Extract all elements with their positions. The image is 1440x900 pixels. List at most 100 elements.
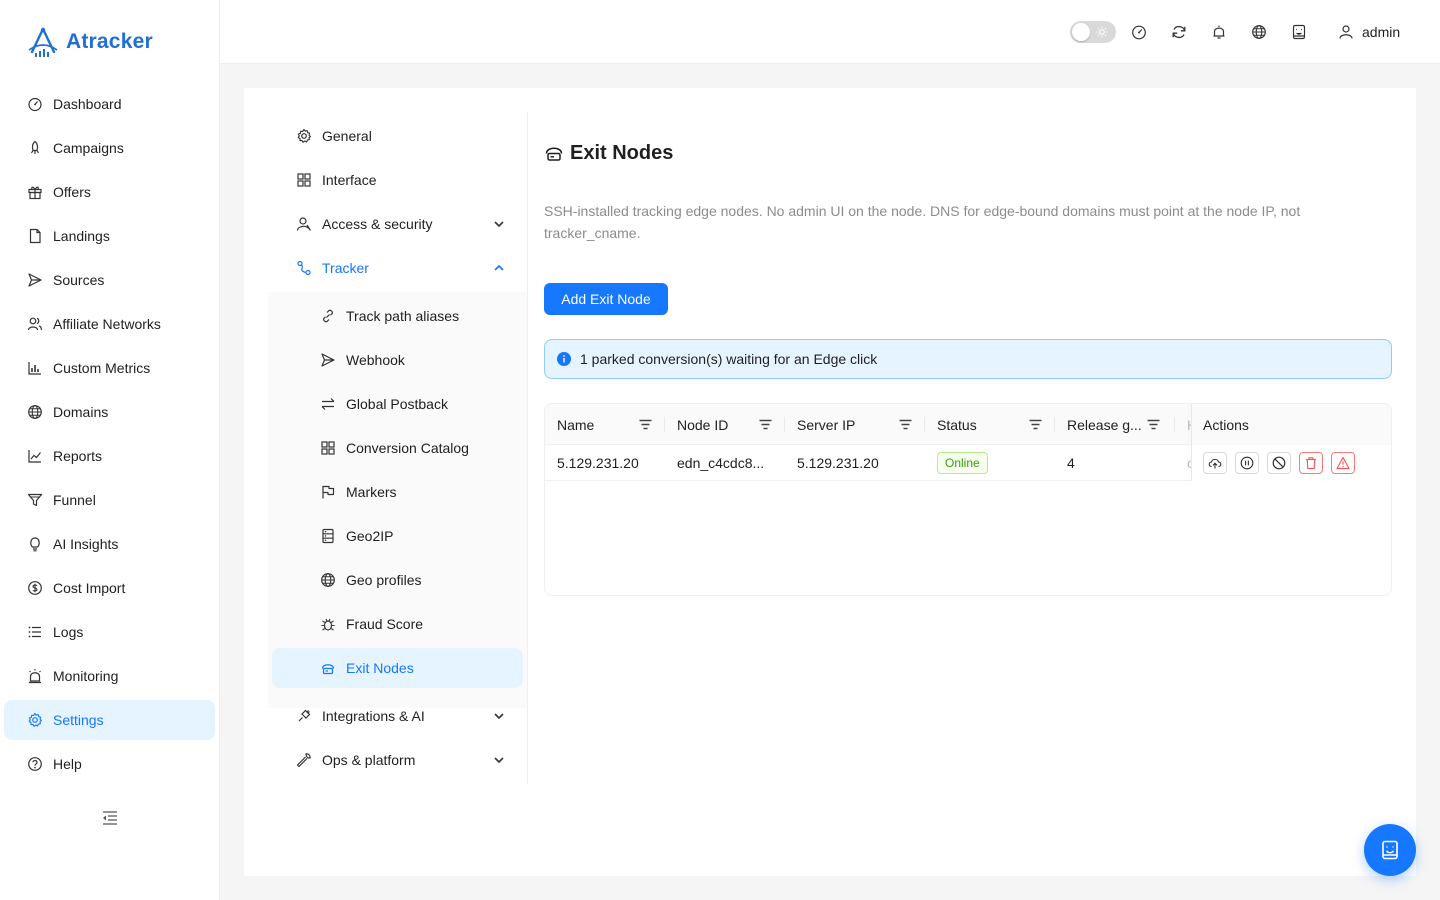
sidebar-item-sources[interactable]: Sources bbox=[4, 260, 215, 300]
sun-icon bbox=[1096, 26, 1108, 38]
gear-icon bbox=[297, 128, 312, 143]
force-remove-node-button[interactable] bbox=[1331, 452, 1355, 474]
column-header-name[interactable]: Name bbox=[545, 404, 665, 445]
settings-item-ops-platform[interactable]: Ops & platform bbox=[272, 740, 523, 780]
node-info-button[interactable] bbox=[1235, 452, 1259, 474]
column-header-server-ip[interactable]: Server IP bbox=[785, 404, 925, 445]
user-lock-icon bbox=[296, 217, 312, 231]
sidebar-item-label: Custom Metrics bbox=[53, 360, 151, 376]
column-title: Name bbox=[557, 416, 595, 433]
fixed-column-divider bbox=[1191, 404, 1192, 481]
dashboard-icon[interactable] bbox=[1131, 24, 1147, 40]
column-header-actions: Actions bbox=[1191, 404, 1391, 445]
settings-item-label: Track path aliases bbox=[346, 308, 460, 324]
user-menu[interactable]: admin bbox=[1338, 22, 1400, 42]
bulb-icon bbox=[30, 537, 40, 552]
toggle-knob bbox=[1072, 23, 1090, 41]
send-icon bbox=[321, 353, 335, 367]
column-header-status[interactable]: Status bbox=[925, 404, 1055, 445]
settings-item-access-security[interactable]: Access & security bbox=[272, 204, 523, 244]
sidebar-item-affiliate-networks[interactable]: Affiliate Networks bbox=[4, 304, 215, 344]
disable-node-button[interactable] bbox=[1267, 452, 1291, 474]
sidebar-item-campaigns[interactable]: Campaigns bbox=[4, 128, 215, 168]
settings-item-label: Interface bbox=[322, 172, 377, 188]
sidebar-item-label: Campaigns bbox=[53, 140, 124, 156]
upgrade-node-button[interactable] bbox=[1203, 452, 1227, 474]
settings-subitem-webhook[interactable]: Webhook bbox=[272, 340, 523, 380]
status-badge: Online bbox=[937, 452, 988, 474]
column-title: Release g... bbox=[1067, 416, 1142, 433]
cell-actions bbox=[1191, 445, 1391, 481]
collapse-menu-icon[interactable] bbox=[101, 809, 119, 827]
settings-subitem-conversion-catalog[interactable]: Conversion Catalog bbox=[272, 428, 523, 468]
robot-icon bbox=[1382, 840, 1398, 860]
settings-item-label: Markers bbox=[346, 484, 397, 500]
brand-logo[interactable]: Atracker bbox=[26, 26, 153, 58]
sidebar-item-settings[interactable]: Settings bbox=[4, 700, 215, 740]
sidebar-item-domains[interactable]: Domains bbox=[4, 392, 215, 432]
sidebar-item-funnel[interactable]: Funnel bbox=[4, 480, 215, 520]
settings-item-tracker[interactable]: Tracker bbox=[272, 248, 523, 288]
sidebar-item-ai-insights[interactable]: AI Insights bbox=[4, 524, 215, 564]
filter-icon[interactable] bbox=[758, 417, 773, 432]
settings-subitem-geo2ip[interactable]: Geo2IP bbox=[272, 516, 523, 556]
sidebar-item-monitoring[interactable]: Monitoring bbox=[4, 656, 215, 696]
settings-subitem-markers[interactable]: Markers bbox=[272, 472, 523, 512]
settings-subitem-track-path-aliases[interactable]: Track path aliases bbox=[272, 296, 523, 336]
grid-icon bbox=[321, 441, 335, 455]
top-header: admin bbox=[220, 0, 1440, 64]
sidebar-item-cost-import[interactable]: Cost Import bbox=[4, 568, 215, 608]
settings-item-label: Conversion Catalog bbox=[346, 440, 469, 456]
globe-icon[interactable] bbox=[1251, 24, 1267, 40]
settings-subitem-fraud-score[interactable]: Fraud Score bbox=[272, 604, 523, 644]
gift-icon bbox=[28, 186, 42, 200]
settings-subitem-geo-profiles[interactable]: Geo profiles bbox=[272, 560, 523, 600]
main-nav: Dashboard Campaigns Offers Landings Sour… bbox=[4, 84, 215, 788]
bell-icon[interactable] bbox=[1211, 24, 1227, 40]
sidebar-item-reports[interactable]: Reports bbox=[4, 436, 215, 476]
sidebar-item-landings[interactable]: Landings bbox=[4, 216, 215, 256]
settings-item-interface[interactable]: Interface bbox=[272, 160, 523, 200]
filter-icon[interactable] bbox=[1028, 417, 1043, 432]
sidebar-item-custom-metrics[interactable]: Custom Metrics bbox=[4, 348, 215, 388]
robot-icon[interactable] bbox=[1291, 24, 1307, 40]
pause-circle-icon bbox=[1240, 456, 1254, 470]
dashboard-icon bbox=[28, 97, 42, 112]
filter-icon[interactable] bbox=[638, 417, 653, 432]
assistant-float-button[interactable] bbox=[1364, 824, 1416, 876]
refresh-icon[interactable] bbox=[1171, 24, 1187, 40]
list-icon bbox=[28, 626, 41, 638]
table-header: Name Node ID Server IP Status Release g. bbox=[545, 404, 1391, 445]
column-header-h[interactable]: H bbox=[1175, 404, 1191, 445]
settings-item-label: Ops & platform bbox=[322, 752, 416, 768]
settings-subitem-exit-nodes[interactable]: Exit Nodes bbox=[272, 648, 523, 688]
sidebar-item-help[interactable]: Help bbox=[4, 744, 215, 784]
column-title: Status bbox=[937, 416, 977, 433]
database-icon bbox=[322, 528, 334, 544]
chevron-down-icon bbox=[494, 713, 504, 720]
brand-name: Atracker bbox=[66, 30, 153, 53]
settings-item-label: Webhook bbox=[346, 352, 405, 368]
sidebar-item-offers[interactable]: Offers bbox=[4, 172, 215, 212]
sidebar-item-logs[interactable]: Logs bbox=[4, 612, 215, 652]
user-name: admin bbox=[1362, 24, 1401, 40]
cell-node-id: edn_c4cdc8... bbox=[677, 455, 765, 471]
filter-icon[interactable] bbox=[1146, 417, 1161, 432]
settings-item-general[interactable]: General bbox=[272, 116, 523, 156]
theme-toggle[interactable] bbox=[1070, 21, 1116, 43]
delete-node-button[interactable] bbox=[1299, 452, 1323, 474]
sidebar-item-label: Landings bbox=[53, 228, 110, 244]
settings-subitem-global-postback[interactable]: Global Postback bbox=[272, 384, 523, 424]
add-exit-node-button[interactable]: Add Exit Node bbox=[544, 283, 668, 315]
page-description: SSH-installed tracking edge nodes. No ad… bbox=[544, 203, 1301, 241]
dollar-icon bbox=[28, 581, 42, 595]
column-header-node-id[interactable]: Node ID bbox=[665, 404, 785, 445]
filter-icon[interactable] bbox=[898, 417, 913, 432]
sidebar-item-dashboard[interactable]: Dashboard bbox=[4, 84, 215, 124]
cloud-server-icon bbox=[321, 664, 335, 675]
settings-item-integrations-ai[interactable]: Integrations & AI bbox=[272, 696, 523, 736]
page-title-text: Exit Nodes bbox=[570, 141, 674, 164]
sidebar-item-label: AI Insights bbox=[53, 536, 119, 552]
sidebar-item-label: Dashboard bbox=[53, 96, 122, 112]
column-header-release[interactable]: Release g... bbox=[1055, 404, 1175, 445]
